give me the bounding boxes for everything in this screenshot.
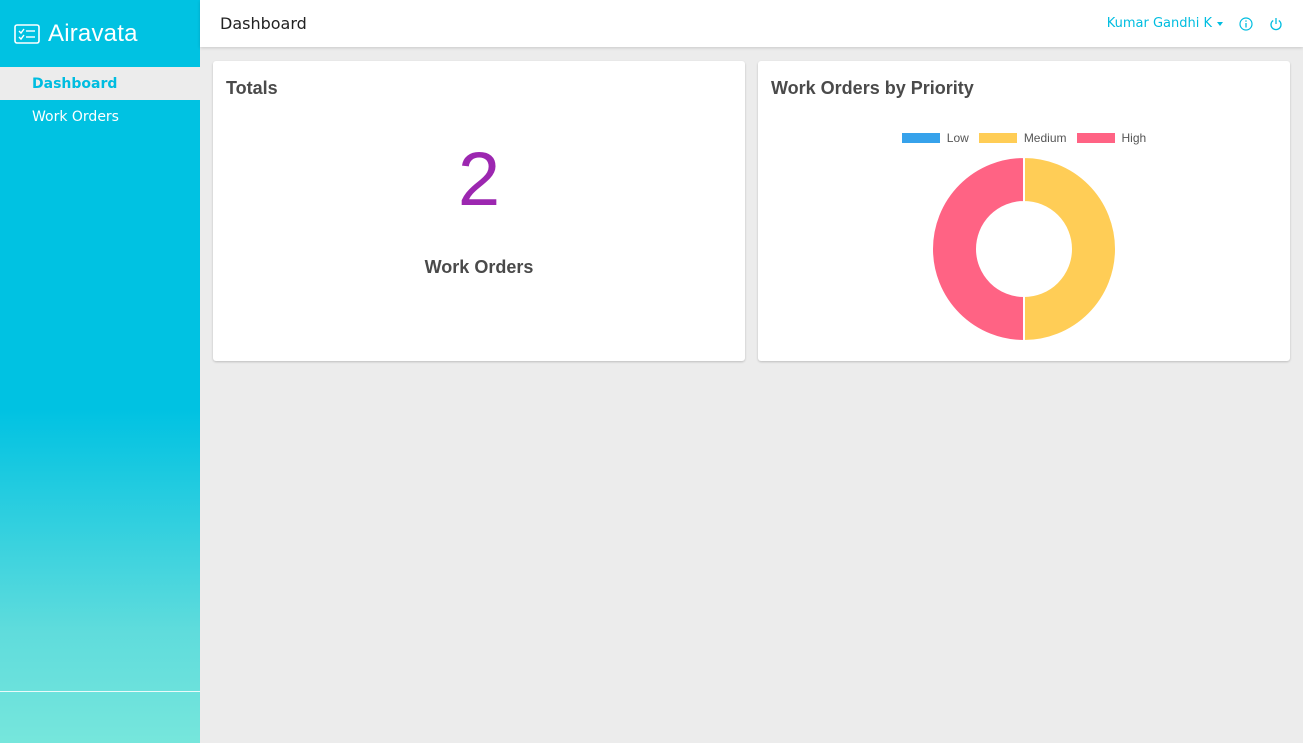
user-name: Kumar Gandhi K (1106, 16, 1212, 31)
checklist-icon (14, 23, 40, 44)
slice-high[interactable] (931, 155, 1025, 343)
total-label: Work Orders (424, 257, 534, 277)
caret-down-icon (1217, 21, 1223, 26)
app-name: Airavata (48, 19, 138, 47)
power-icon[interactable] (1269, 17, 1283, 31)
sidebar: Airavata Dashboard Work Orders (0, 0, 200, 743)
header: Dashboard Kumar Gandhi K (200, 0, 1303, 47)
brand[interactable]: Airavata (0, 0, 200, 67)
priority-card: Work Orders by Priority Low Medium High (758, 61, 1290, 361)
total-count: 2 (457, 137, 501, 222)
slice-medium[interactable] (1023, 155, 1117, 343)
info-icon[interactable] (1239, 16, 1253, 31)
totals-title: Totals (226, 78, 278, 98)
sidebar-item-dashboard[interactable]: Dashboard (0, 67, 200, 100)
page-title: Dashboard (220, 14, 307, 33)
sidebar-divider (0, 691, 200, 692)
donut-chart (931, 155, 1117, 343)
totals-card: Totals 2 Work Orders (213, 61, 745, 361)
user-menu[interactable]: Kumar Gandhi K (1107, 16, 1223, 31)
sidebar-item-work-orders[interactable]: Work Orders (0, 100, 200, 133)
